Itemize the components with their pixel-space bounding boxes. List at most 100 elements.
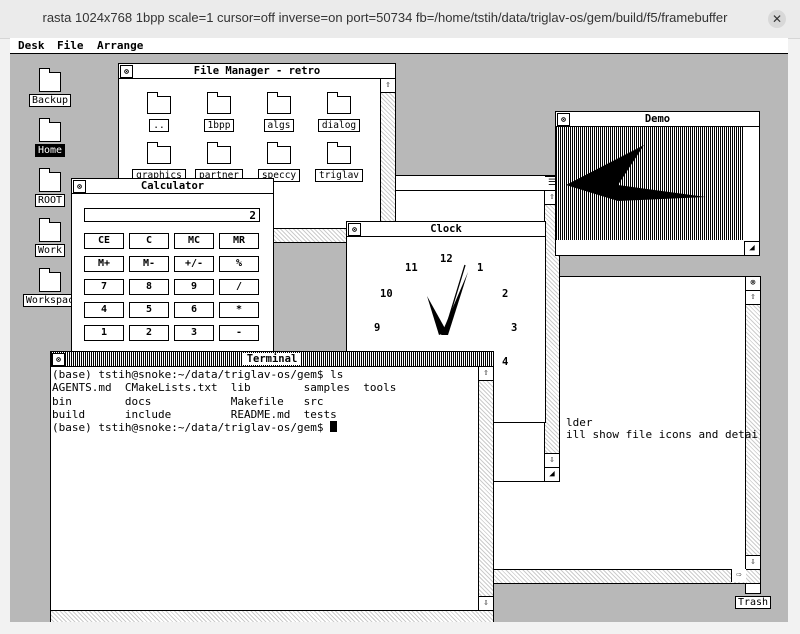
- calc-key[interactable]: 3: [174, 325, 214, 341]
- calc-key[interactable]: 8: [129, 279, 169, 295]
- demo-window[interactable]: ⊗ Demo ◢: [555, 111, 760, 256]
- calc-key[interactable]: CE: [84, 233, 124, 249]
- file-item[interactable]: graphics: [131, 142, 187, 182]
- drive-icon: [39, 168, 61, 192]
- calc-key[interactable]: -: [219, 325, 259, 341]
- size-box-icon[interactable]: ◢: [744, 241, 759, 255]
- text-cursor: [330, 421, 338, 433]
- close-icon[interactable]: ⊗: [73, 180, 86, 193]
- size-box-icon[interactable]: ◢: [545, 467, 559, 481]
- calc-key[interactable]: 2: [129, 325, 169, 341]
- icon-label: Backup: [28, 94, 72, 107]
- middle-window-titlebar[interactable]: [391, 176, 559, 191]
- desktop-icon-root[interactable]: ROOT: [25, 168, 75, 207]
- terminal-prompt: (base) tstih@snoke:~/data/triglav-os/gem…: [52, 421, 331, 435]
- calculator-titlebar[interactable]: ⊗ Calculator: [72, 179, 273, 194]
- file-item[interactable]: algs: [251, 92, 307, 132]
- calculator-window[interactable]: ⊗ Calculator 2 CE C MC MR M+ M- +/-% 7 8 9/4 5 6 * 1 2…: [71, 178, 274, 356]
- menu-arrange[interactable]: Arrange: [97, 39, 143, 52]
- scroll-down-icon[interactable]: ⇩: [746, 555, 760, 570]
- file-item[interactable]: ..: [131, 92, 187, 132]
- close-icon[interactable]: ⊗: [120, 65, 133, 78]
- host-title: rasta 1024x768 1bpp scale=1 cursor=off i…: [42, 10, 728, 25]
- calc-key[interactable]: MC: [174, 233, 214, 249]
- folder-icon: [147, 142, 171, 164]
- calc-key[interactable]: M-: [129, 256, 169, 272]
- host-close-button[interactable]: ✕: [768, 10, 786, 28]
- calc-key[interactable]: *: [219, 302, 259, 318]
- file-manager-titlebar[interactable]: ⊗ File Manager - retro: [119, 64, 395, 79]
- scroll-up-icon[interactable]: ⇧: [746, 291, 760, 305]
- calc-key[interactable]: MR: [219, 233, 259, 249]
- desktop-icon-work[interactable]: Work: [25, 218, 75, 257]
- desktop-icon-backup[interactable]: Backup: [25, 68, 75, 107]
- scroll-right-icon[interactable]: ⇨: [731, 569, 746, 582]
- icon-label: Workspac: [22, 294, 78, 307]
- calc-key[interactable]: 4: [84, 302, 124, 318]
- calc-key[interactable]: +/-: [174, 256, 214, 272]
- close-icon[interactable]: ⊗: [557, 113, 570, 126]
- gem-desktop: Desk File Arrange Backup Home ROOT Work …: [10, 38, 788, 622]
- demo-shape-icon: [566, 145, 706, 201]
- terminal-output[interactable]: (base) tstih@snoke:~/data/triglav-os/gem…: [52, 368, 396, 434]
- file-label: dialog: [317, 119, 361, 132]
- calc-key[interactable]: 7: [84, 279, 124, 295]
- scroll-down-icon[interactable]: ⇩: [479, 596, 493, 611]
- calc-key[interactable]: %: [219, 256, 259, 272]
- terminal-line: build include README.md tests: [52, 407, 337, 421]
- calc-key[interactable]: M+: [84, 256, 124, 272]
- file-item[interactable]: partner: [191, 142, 247, 182]
- calc-key[interactable]: 6: [174, 302, 214, 318]
- terminal-window[interactable]: ⊗ Terminal (base) tstih@snoke:~/data/tri…: [50, 351, 494, 622]
- icon-label: ROOT: [34, 194, 66, 207]
- folder-icon: [39, 268, 61, 292]
- file-item[interactable]: 1bpp: [191, 92, 247, 132]
- scroll-up-icon[interactable]: ⇧: [479, 367, 493, 381]
- window-title: Demo: [640, 113, 675, 125]
- vertical-scrollbar[interactable]: ⇧ ⇩: [478, 367, 493, 622]
- calc-key[interactable]: 1: [84, 325, 124, 341]
- calc-key[interactable]: 9: [174, 279, 214, 295]
- calc-key[interactable]: 5: [129, 302, 169, 318]
- horizontal-scrollbar[interactable]: [51, 610, 479, 622]
- calc-key[interactable]: C: [129, 233, 169, 249]
- scroll-close-icon[interactable]: ⊗: [746, 277, 760, 291]
- calculator-display: 2: [84, 208, 260, 222]
- desktop-icon-home[interactable]: Home: [25, 118, 75, 157]
- desktop-icon-workspace[interactable]: Workspac: [22, 268, 78, 307]
- demo-canvas: [556, 127, 744, 240]
- scroll-up-icon[interactable]: ⇧: [381, 79, 395, 93]
- icon-label: Trash: [734, 596, 772, 609]
- file-item[interactable]: dialog: [311, 92, 367, 132]
- calc-key[interactable]: /: [219, 279, 259, 295]
- close-icon[interactable]: ⊗: [52, 353, 65, 366]
- file-label: 1bpp: [203, 119, 235, 132]
- file-item[interactable]: triglav: [311, 142, 367, 182]
- window-text-line: ill show file icons and detai: [566, 428, 759, 441]
- menu-bar: Desk File Arrange: [10, 38, 788, 54]
- window-title: Calculator: [136, 180, 209, 192]
- menu-desk[interactable]: Desk: [18, 39, 45, 52]
- drive-icon: [39, 218, 61, 242]
- file-item[interactable]: speccy: [251, 142, 307, 182]
- terminal-titlebar[interactable]: ⊗ Terminal: [51, 352, 493, 367]
- icon-label: Home: [34, 144, 66, 157]
- menu-file[interactable]: File: [57, 39, 84, 52]
- terminal-prompt-line: (base) tstih@snoke:~/data/triglav-os/gem…: [52, 421, 396, 434]
- folder-icon: [267, 142, 291, 164]
- folder-icon: [207, 92, 231, 114]
- folder-icon: [327, 92, 351, 114]
- file-label: triglav: [314, 169, 364, 182]
- vertical-scrollbar[interactable]: ⇧ ⇩: [380, 79, 395, 242]
- terminal-line: AGENTS.md CMakeLists.txt lib samples too…: [52, 381, 397, 395]
- file-label: ..: [149, 119, 169, 132]
- demo-titlebar[interactable]: ⊗ Demo: [556, 112, 759, 127]
- window-title: File Manager - retro: [189, 65, 325, 77]
- icon-label: Work: [34, 244, 66, 257]
- folder-icon: [327, 142, 351, 164]
- folder-icon: [207, 142, 231, 164]
- host-window: rasta 1024x768 1bpp scale=1 cursor=off i…: [0, 0, 800, 634]
- drive-icon: [39, 118, 61, 142]
- terminal-line: (base) tstih@snoke:~/data/triglav-os/gem…: [52, 368, 344, 381]
- scroll-down-icon[interactable]: ⇩: [545, 453, 559, 468]
